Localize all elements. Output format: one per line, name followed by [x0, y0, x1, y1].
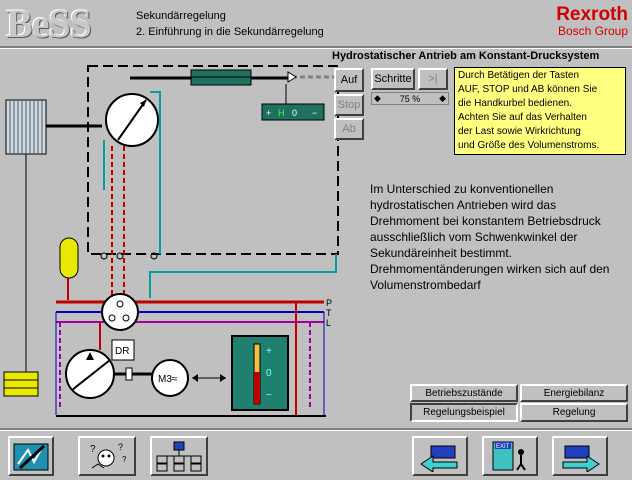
- gauge-minus: −: [266, 390, 272, 401]
- forward-button[interactable]: [552, 436, 608, 476]
- load-weight: [3, 371, 39, 397]
- tab-regelungsbeispiel[interactable]: Regelungsbeispiel: [410, 403, 518, 422]
- exit-icon: EXIT: [492, 441, 526, 471]
- info-line: und Größe des Volumenstroms.: [458, 140, 600, 151]
- brand-subtitle: Bosch Group: [557, 24, 628, 38]
- info-line: Durch Betätigen der Tasten: [458, 70, 580, 81]
- svg-text:?: ?: [118, 442, 123, 452]
- indicator-minus: −: [312, 108, 317, 118]
- notes-icon: [13, 443, 49, 471]
- ab-button[interactable]: Ab: [334, 118, 364, 140]
- info-box: Durch Betätigen der Tasten AUF, STOP und…: [454, 67, 626, 155]
- control-valve: [101, 293, 139, 331]
- t-label: T: [326, 308, 332, 318]
- indicator-plus: +: [266, 108, 271, 118]
- indicator-h: H: [278, 108, 285, 118]
- back-icon: [420, 445, 458, 472]
- info-line: die Handkurbel bedienen.: [458, 98, 572, 109]
- accumulator: [59, 237, 79, 279]
- breadcrumb-section: Sekundärregelung: [136, 10, 226, 22]
- exit-label: EXIT: [496, 444, 510, 450]
- exit-button[interactable]: EXIT: [482, 436, 538, 476]
- step-percentage-stepper: ◆ 75 % ◆: [371, 92, 449, 105]
- network-icon: [156, 441, 202, 472]
- l-label: L: [326, 318, 331, 328]
- schritte-button[interactable]: Schritte: [371, 68, 415, 90]
- tab-energiebilanz[interactable]: Energiebilanz: [520, 384, 628, 402]
- motor-label: M3≈: [158, 374, 178, 385]
- tab-regelung[interactable]: Regelung: [520, 403, 628, 422]
- gauge-zero: 0: [266, 368, 272, 379]
- footer-divider: [0, 428, 632, 431]
- stop-button[interactable]: Stop: [334, 94, 364, 116]
- load-drum: [5, 99, 47, 155]
- indicator-zero: 0: [292, 108, 297, 118]
- gauge-plus: +: [266, 346, 272, 357]
- skip-to-end-button[interactable]: >|: [418, 68, 448, 90]
- forward-icon: [562, 445, 600, 472]
- info-line: der Last sowie Wirkrichtung: [458, 126, 581, 137]
- description-text: Im Unterschied zu konventionellen hydros…: [370, 182, 610, 292]
- step-right-arrow-icon[interactable]: ◆: [439, 93, 446, 104]
- auf-button[interactable]: Auf: [334, 68, 364, 92]
- step-value: 75 %: [399, 93, 421, 104]
- back-button[interactable]: [412, 436, 468, 476]
- breadcrumb-chapter: 2. Einführung in die Sekundärregelung: [136, 26, 324, 38]
- diagram-title: Hydrostatischer Antrieb am Konstant-Druc…: [332, 50, 600, 62]
- svg-text:?: ?: [122, 455, 127, 464]
- info-line: Achten Sie auf das Verhalten: [458, 112, 587, 123]
- help-button[interactable]: ? ? ?: [78, 436, 136, 476]
- dr-label: DR: [115, 346, 129, 357]
- bess-logo: BeSS: [4, 1, 116, 46]
- notes-button[interactable]: [8, 436, 54, 476]
- p-label: P: [326, 298, 332, 308]
- info-line: AUF, STOP und AB können Sie: [458, 84, 598, 95]
- hydraulic-diagram: + H 0 − P T L DR M3≈ + 0 −: [3, 65, 339, 417]
- brand-name: Rexroth: [556, 4, 628, 25]
- header-bar: BeSS Sekundärregelung 2. Einführung in d…: [0, 0, 632, 46]
- svg-text:?: ?: [90, 444, 96, 455]
- tab-betriebszustaende[interactable]: Betriebszustände: [410, 384, 518, 402]
- logo-text: BeSS: [6, 1, 92, 46]
- help-icon: ? ? ?: [90, 442, 127, 469]
- network-button[interactable]: [150, 436, 208, 476]
- step-left-arrow-icon[interactable]: ◆: [374, 93, 381, 104]
